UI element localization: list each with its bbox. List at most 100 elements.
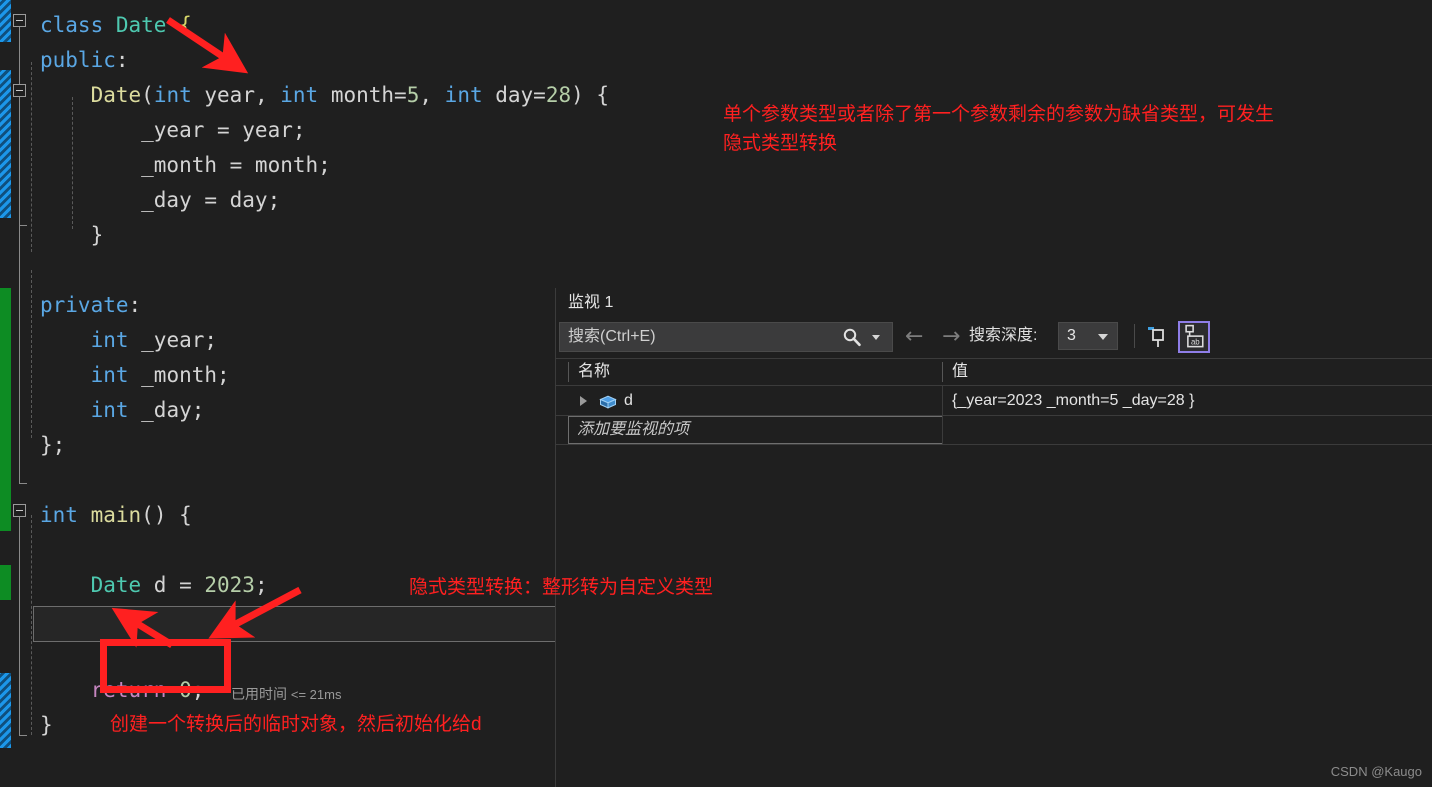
code-token: Date: [90, 573, 142, 597]
code-token: private: [40, 293, 129, 317]
code-token: int: [153, 83, 192, 107]
nav-forward-arrow-icon[interactable]: →: [942, 324, 960, 350]
outlining-column[interactable]: [11, 0, 37, 787]
code-token: year,: [191, 83, 281, 107]
code-token: _day;: [128, 398, 205, 422]
code-line: class Date {: [40, 8, 192, 43]
column-divider[interactable]: [568, 362, 569, 382]
code-token: 28: [545, 83, 572, 107]
code-line: }: [40, 218, 104, 253]
search-placeholder: 搜索(Ctrl+E): [568, 328, 656, 345]
code-token: int: [90, 398, 129, 422]
row-divider: [556, 444, 1432, 445]
magnifier-icon[interactable]: [842, 327, 862, 347]
annotation-bottom-note: 创建一个转换后的临时对象，然后初始化给d: [110, 714, 482, 735]
nav-back-arrow-icon[interactable]: ←: [905, 324, 923, 350]
fold-guide: [19, 517, 20, 735]
code-token: d =: [141, 573, 205, 597]
code-line: int _month;: [40, 358, 230, 393]
code-line: int main() {: [40, 498, 192, 533]
code-token: _year = year;: [40, 118, 306, 142]
code-line: };: [40, 428, 65, 463]
indent-guide: [31, 62, 32, 252]
change-marker-blue: [0, 0, 11, 42]
fold-guide-foot: [19, 483, 27, 484]
svg-text:ab: ab: [1191, 337, 1200, 346]
search-options-chevron-icon[interactable]: [872, 335, 880, 340]
code-token: _day = day;: [40, 188, 281, 212]
fold-toggle-class[interactable]: [13, 14, 26, 27]
column-header-name[interactable]: 名称: [578, 359, 610, 385]
code-token: Date: [115, 13, 167, 37]
screenshot-root: class Date {public: Date(int year, int m…: [0, 0, 1432, 787]
code-token: public: [40, 48, 116, 72]
fold-toggle-main[interactable]: [13, 504, 26, 517]
code-token: _month;: [128, 363, 230, 387]
annotation-top-note: 单个参数类型或者除了第一个参数剩余的参数为缺省类型，可发生 隐式类型转换: [723, 104, 1275, 154]
code-line: int _day;: [40, 393, 205, 428]
code-token: 2023: [204, 573, 255, 597]
pin-ab-icon[interactable]: ab: [1178, 321, 1210, 353]
fold-guide-foot: [19, 735, 27, 736]
code-line: _day = day;: [40, 183, 280, 218]
watch-window[interactable]: 监视 1 搜索(Ctrl+E) ← → 搜索深度: 3 ab 名称 值 d {_…: [555, 288, 1432, 787]
search-input[interactable]: 搜索(Ctrl+E): [559, 322, 893, 352]
table-row[interactable]: d {_year=2023 _month=5 _day=28 }: [556, 387, 1432, 415]
code-token: int: [280, 83, 319, 107]
code-token: ,: [419, 83, 445, 107]
code-token: _year;: [128, 328, 218, 352]
code-token: ) {: [571, 83, 610, 107]
code-line: Date(int year, int month=5, int day=28) …: [40, 78, 609, 113]
code-line: }: [40, 708, 53, 743]
toolbar-divider: [1134, 324, 1135, 348]
current-statement-highlight: [33, 606, 556, 642]
pin-icon[interactable]: [1144, 323, 1172, 351]
fold-guide: [19, 97, 20, 225]
code-line: _month = month;: [40, 148, 331, 183]
code-token: 5: [406, 83, 420, 107]
watch-row-name[interactable]: d: [624, 387, 633, 415]
column-divider[interactable]: [942, 362, 943, 382]
fold-guide-foot: [19, 225, 27, 226]
change-marker-blue: [0, 673, 11, 748]
watermark: CSDN @Kaugo: [1330, 764, 1422, 779]
add-watch-placeholder: 添加要监视的项: [577, 421, 690, 438]
annotation-mid-note: 隐式类型转换：整形转为自定义类型: [409, 577, 714, 598]
search-depth-select[interactable]: 3: [1058, 322, 1118, 350]
code-line: public:: [40, 43, 129, 78]
code-token: main: [90, 503, 142, 527]
code-token: ;: [254, 573, 268, 597]
expand-chevron-icon[interactable]: [580, 396, 587, 406]
code-token: Date: [90, 83, 142, 107]
code-line: Date d = 2023;: [40, 568, 268, 603]
watch-toolbar[interactable]: 搜索(Ctrl+E) ← → 搜索深度: 3 ab: [556, 318, 1432, 356]
code-token: (: [141, 83, 154, 107]
column-divider-line: [942, 386, 943, 444]
code-token: _month = month;: [40, 153, 331, 177]
code-token: {: [166, 13, 192, 37]
add-watch-input[interactable]: 添加要监视的项: [568, 416, 943, 444]
search-depth-label: 搜索深度:: [969, 327, 1038, 344]
code-token: day=: [482, 83, 546, 107]
elapsed-time-adornment: 已用时间 <= 21ms: [231, 684, 341, 704]
watch-row-value[interactable]: {_year=2023 _month=5 _day=28 }: [952, 387, 1194, 415]
elapsed-value: <= 21ms: [290, 687, 342, 702]
code-token: int: [90, 363, 129, 387]
add-watch-row[interactable]: 添加要监视的项: [556, 416, 1432, 444]
chevron-down-icon[interactable]: [1098, 334, 1108, 340]
code-token: () {: [141, 503, 192, 527]
code-token: }: [40, 713, 53, 737]
indent-guide: [31, 515, 32, 735]
code-token: class: [40, 13, 116, 37]
indent-guide: [31, 270, 32, 438]
column-header-value[interactable]: 值: [952, 359, 968, 385]
object-box-icon: [599, 395, 617, 409]
change-marker-green: [0, 565, 11, 600]
fold-toggle-ctor[interactable]: [13, 84, 26, 97]
change-marker-blue: [0, 70, 11, 218]
